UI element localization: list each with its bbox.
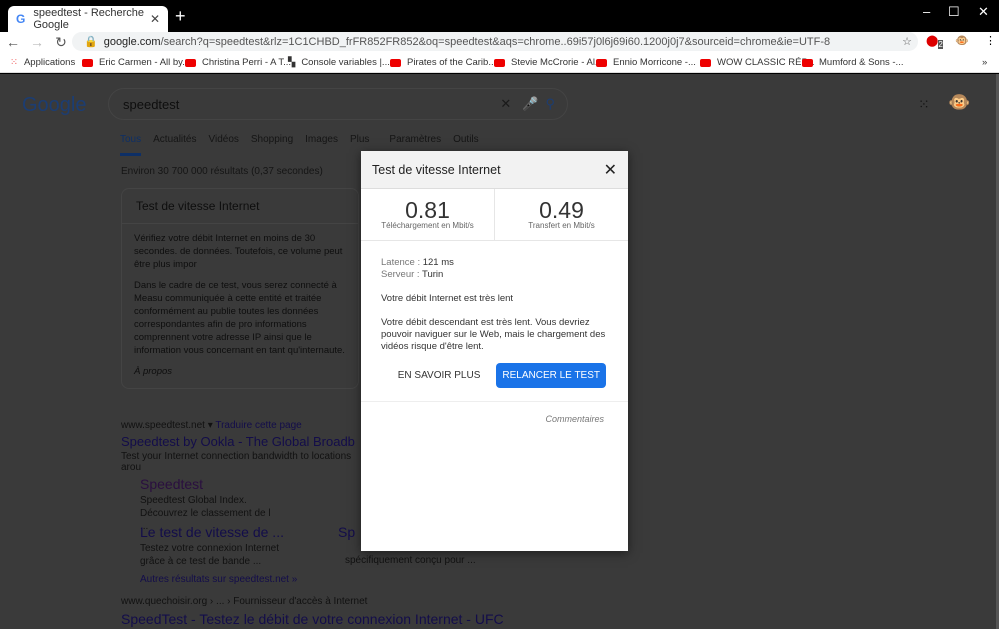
- result-title[interactable]: SpeedTest - Testez le débit de votre con…: [121, 611, 504, 627]
- result-url: www.quechoisir.org › ... › Fournisseur d…: [121, 596, 368, 607]
- upload-label: Transfert en Mbit/s: [528, 221, 595, 230]
- about-link[interactable]: À propos: [122, 357, 358, 378]
- more-results-link[interactable]: Autres résultats sur speedtest.net »: [140, 574, 297, 585]
- url-host: google.com: [103, 35, 161, 48]
- tab-all[interactable]: Tous: [120, 134, 142, 156]
- bookmark[interactable]: Christina Perri - A T...: [185, 57, 291, 68]
- more-bookmarks-icon[interactable]: »: [982, 57, 987, 68]
- tab-news[interactable]: Actualités: [153, 134, 196, 156]
- lock-icon: 🔒: [84, 36, 98, 48]
- result-title[interactable]: Speedtest by Ookla - The Global Broadb: [121, 434, 359, 449]
- browser-tab[interactable]: Gspeedtest - Recherche Google ✕: [8, 6, 168, 32]
- sitelink-snippet: Testez votre connexion Internet grâce à …: [140, 543, 279, 567]
- forward-icon[interactable]: →: [26, 34, 48, 50]
- speedtest-card: Test de vitesse Internet Vérifiez votre …: [121, 188, 359, 389]
- menu-icon[interactable]: ⋮: [985, 34, 996, 47]
- youtube-icon: [802, 58, 813, 67]
- speed-headline: Votre débit Internet est très lent: [381, 293, 514, 304]
- sitelink-snippet: spécifiquement conçu pour ...: [345, 555, 476, 566]
- maximize-button[interactable]: ☐: [948, 4, 960, 20]
- address-bar[interactable]: 🔒 google.com/search?q=speedtest&rlz=1C1CH…: [72, 32, 918, 51]
- retry-test-button[interactable]: RELANCER LE TEST: [496, 363, 606, 388]
- bookmark[interactable]: ▚ Console variables |...: [288, 57, 390, 68]
- youtube-icon: [494, 58, 505, 67]
- dialog-title: Test de vitesse Internet: [372, 162, 501, 177]
- speed-detail: Votre débit descendant est très lent. Vo…: [381, 317, 606, 352]
- youtube-icon: [82, 58, 93, 67]
- tab-title: speedtest - Recherche Google: [33, 7, 145, 31]
- bookmark-star-icon[interactable]: ☆: [902, 35, 912, 48]
- download-stat: 0.81 Téléchargement en Mbit/s: [361, 189, 494, 240]
- bookmarks-bar: ⁙ Applications Eric Carmen - All by... Ch…: [0, 52, 999, 73]
- sitelink[interactable]: Speedtest: [140, 476, 203, 492]
- youtube-icon: [185, 58, 196, 67]
- server: Serveur : Turin: [381, 269, 444, 280]
- result-snippet: Test your Internet connection bandwidth …: [121, 451, 352, 473]
- apps-icon[interactable]: ⁙: [918, 96, 930, 113]
- apps-grid-icon: ⁙: [10, 57, 18, 68]
- youtube-icon: [700, 58, 711, 67]
- latency: Latence : 121 ms: [381, 257, 454, 268]
- bookmark[interactable]: Mumford & Sons -...: [802, 57, 903, 68]
- close-icon[interactable]: ✕: [604, 160, 617, 180]
- search-input[interactable]: speedtest ✕ 🎤 ⚲: [108, 88, 568, 120]
- page-icon: ▚: [288, 57, 296, 68]
- youtube-icon: [390, 58, 401, 67]
- close-tab-icon[interactable]: ✕: [150, 12, 160, 26]
- account-avatar[interactable]: 🐵: [948, 92, 970, 113]
- card-title: Test de vitesse Internet: [122, 189, 358, 224]
- back-icon[interactable]: ←: [2, 34, 24, 50]
- bookmark[interactable]: Ennio Morricone -...: [596, 57, 696, 68]
- result-count: Environ 30 700 000 résultats (0,37 secon…: [121, 166, 323, 177]
- search-actions[interactable]: ✕ 🎤 ⚲: [500, 96, 555, 112]
- result-url: www.speedtest.net: [121, 420, 205, 431]
- close-window-button[interactable]: ✕: [978, 4, 989, 20]
- title-bar: Gspeedtest - Recherche Google ✕ + – ☐ ✕: [0, 0, 999, 32]
- profile-avatar[interactable]: 🐵: [955, 34, 969, 47]
- bookmark[interactable]: Pirates of the Carib...: [390, 57, 496, 68]
- tab-shopping[interactable]: Shopping: [251, 134, 293, 156]
- download-label: Téléchargement en Mbit/s: [381, 221, 474, 230]
- bookmark[interactable]: WOW CLASSIC RÉP...: [700, 57, 814, 68]
- card-text: Vérifiez votre débit Internet en moins d…: [134, 233, 343, 270]
- bookmark[interactable]: Eric Carmen - All by...: [82, 57, 190, 68]
- upload-value: 0.49: [539, 197, 584, 223]
- tab-images[interactable]: Images: [305, 134, 338, 156]
- sitelink[interactable]: Sp: [338, 524, 355, 540]
- url-path: /search?q=speedtest&rlz=1C1CHBD_frFR852F…: [160, 35, 831, 48]
- browser-toolbar: ← → ↻ 🔒 google.com/search?q=speedtest&rlz…: [0, 32, 999, 52]
- upload-stat: 0.49 Transfert en Mbit/s: [494, 189, 628, 240]
- translate-link[interactable]: Traduire cette page: [215, 420, 301, 431]
- google-favicon-icon: G: [16, 12, 26, 26]
- search-icon: ⚲: [545, 96, 555, 111]
- tab-videos[interactable]: Vidéos: [208, 134, 238, 156]
- youtube-icon: [596, 58, 607, 67]
- minimize-button[interactable]: –: [923, 4, 930, 19]
- bookmark-apps[interactable]: ⁙ Applications: [10, 57, 75, 68]
- google-logo[interactable]: Google: [22, 94, 87, 117]
- sitelink[interactable]: Le test de vitesse de ...: [140, 524, 284, 540]
- feedback-link[interactable]: Commentaires: [361, 402, 628, 424]
- card-text: Dans le cadre de ce test, vous serez con…: [134, 280, 345, 356]
- new-tab-button[interactable]: +: [175, 6, 186, 27]
- speedtest-dialog: Test de vitesse Internet ✕ 0.81 Télécharge…: [361, 151, 628, 551]
- bookmark[interactable]: Stevie McCrorie - Al...: [494, 57, 603, 68]
- reload-icon[interactable]: ↻: [50, 34, 72, 51]
- extension-icon[interactable]: ⬤2: [926, 34, 943, 50]
- learn-more-button[interactable]: EN SAVOIR PLUS: [398, 370, 481, 381]
- download-value: 0.81: [405, 197, 450, 223]
